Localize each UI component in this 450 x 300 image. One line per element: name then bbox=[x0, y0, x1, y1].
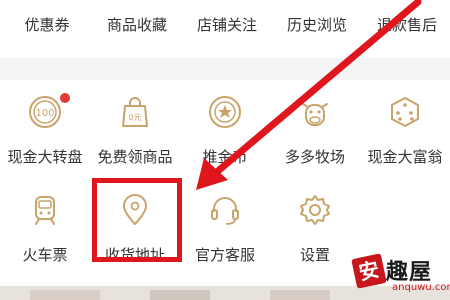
service-ranch[interactable]: 多多牧场 bbox=[270, 80, 360, 180]
top-item-refunds[interactable]: 退款售后 bbox=[362, 14, 450, 35]
product-thumbnail bbox=[30, 290, 100, 300]
cow-icon bbox=[302, 103, 328, 126]
top-item-history[interactable]: 历史浏览 bbox=[272, 14, 362, 35]
svg-text:0元: 0元 bbox=[128, 113, 141, 122]
product-thumbnail bbox=[270, 290, 330, 300]
headset-icon bbox=[211, 197, 239, 225]
dice-icon bbox=[391, 97, 419, 127]
product-thumbnail bbox=[150, 290, 210, 300]
top-item-coupons[interactable]: 优惠券 bbox=[2, 14, 92, 35]
annotation-highlight-box bbox=[92, 178, 182, 262]
site-watermark: 安 趣屋 anquwu.com bbox=[348, 252, 450, 300]
gear-icon bbox=[300, 195, 330, 225]
top-item-followed-stores[interactable]: 店铺关注 bbox=[182, 14, 272, 35]
account-shortcut-row: 优惠券 商品收藏 店铺关注 历史浏览 退款售后 bbox=[0, 0, 450, 58]
watermark-url: anquwu.com bbox=[392, 282, 450, 293]
section-divider bbox=[0, 58, 450, 80]
service-customer-support[interactable]: 官方客服 bbox=[180, 178, 270, 278]
svg-text:100: 100 bbox=[35, 108, 54, 119]
notification-dot bbox=[60, 93, 70, 103]
service-cash-wheel[interactable]: 100 现金大转盘 bbox=[0, 80, 90, 180]
watermark-badge: 安 bbox=[351, 253, 387, 289]
service-cash-monopoly[interactable]: 现金大富翁 bbox=[360, 80, 450, 180]
service-train-tickets[interactable]: 火车票 bbox=[0, 178, 90, 278]
service-push-coins[interactable]: 推金币 bbox=[180, 80, 270, 180]
service-settings[interactable]: 设置 bbox=[270, 178, 360, 278]
service-free-goods[interactable]: 0元 免费领商品 bbox=[90, 80, 180, 180]
gold-coin-icon bbox=[209, 96, 241, 128]
service-label: 现金大富翁 bbox=[367, 148, 443, 166]
top-item-favorites[interactable]: 商品收藏 bbox=[92, 14, 182, 35]
train-icon bbox=[35, 196, 55, 225]
coin-100-icon: 100 bbox=[29, 96, 61, 128]
gift-bag-icon: 0元 bbox=[122, 97, 148, 127]
